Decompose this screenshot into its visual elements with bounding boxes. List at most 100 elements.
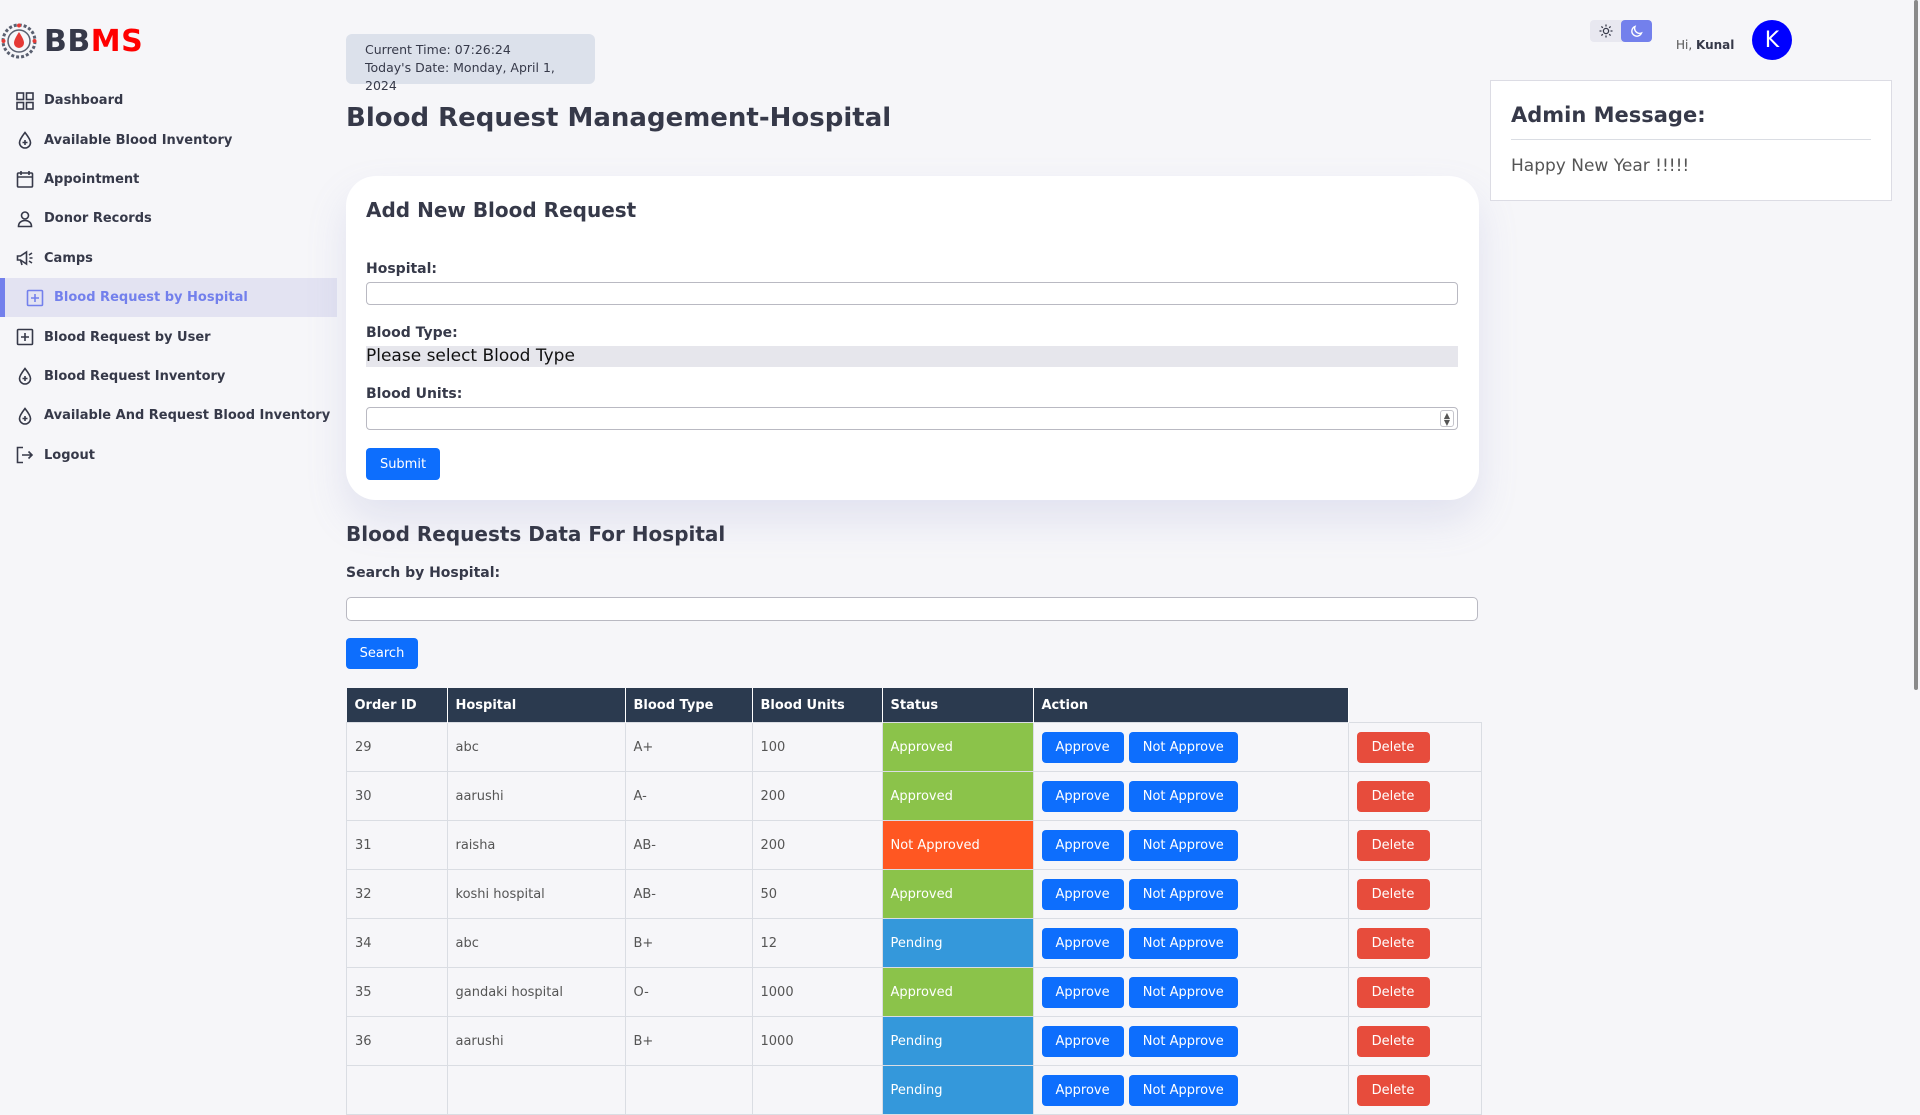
approve-button[interactable]: Approve xyxy=(1041,878,1124,910)
cell-order-id: 31 xyxy=(346,820,448,870)
sidebar-item-available-and-request-blood-inventory[interactable]: Available And Request Blood Inventory xyxy=(0,396,337,435)
approve-button[interactable]: Approve xyxy=(1041,976,1124,1008)
cell-action: Approve Not Approve xyxy=(1032,967,1349,1017)
cell-hospital: abc xyxy=(446,722,626,772)
delete-button[interactable]: Delete xyxy=(1356,1074,1430,1106)
current-time: Current Time: 07:26:24 xyxy=(365,42,511,57)
cell-status: Approved xyxy=(881,722,1034,772)
delete-button[interactable]: Delete xyxy=(1356,878,1430,910)
table-row: 36 aarushi B+ 1000 Pending Approve Not A… xyxy=(346,1016,1482,1066)
sidebar-item-dashboard[interactable]: Dashboard xyxy=(0,81,337,120)
cell-blood-units: 12 xyxy=(751,918,883,968)
not-approve-button[interactable]: Not Approve xyxy=(1128,878,1238,910)
scrollbar[interactable] xyxy=(1911,0,1920,1080)
approve-button[interactable]: Approve xyxy=(1041,780,1124,812)
sidebar-item-donor-records[interactable]: Donor Records xyxy=(0,199,337,238)
cell-delete: Delete xyxy=(1347,722,1482,772)
not-approve-button[interactable]: Not Approve xyxy=(1128,731,1238,763)
sidebar-item-blood-request-inventory[interactable]: Blood Request Inventory xyxy=(0,357,337,396)
sidebar-item-appointment[interactable]: Appointment xyxy=(0,160,337,199)
cell-hospital: gandaki hospital xyxy=(446,967,626,1017)
cell-order-id: 36 xyxy=(346,1016,448,1066)
table-row: 30 aarushi A- 200 Approved Approve Not A… xyxy=(346,771,1482,821)
sidebar-item-available-blood-inventory[interactable]: Available Blood Inventory xyxy=(0,120,337,159)
cell-order-id: 32 xyxy=(346,869,448,919)
scrollbar-thumb[interactable] xyxy=(1914,0,1918,690)
brand-name: BBMS xyxy=(44,24,143,59)
sidebar-nav: Dashboard Available Blood Inventory Appo… xyxy=(0,81,337,475)
cell-delete: Delete xyxy=(1347,918,1482,968)
search-button[interactable]: Search xyxy=(346,638,418,669)
sidebar-item-label: Available Blood Inventory xyxy=(44,132,233,148)
column-header: Order ID xyxy=(346,688,448,723)
hospital-input[interactable] xyxy=(366,282,1458,305)
cell-hospital: aarushi xyxy=(446,1016,626,1066)
approve-button[interactable]: Approve xyxy=(1041,829,1124,861)
cell-action: Approve Not Approve xyxy=(1032,820,1349,870)
cell-action: Approve Not Approve xyxy=(1032,722,1349,772)
sidebar-item-blood-request-by-user[interactable]: Blood Request by User xyxy=(0,317,337,356)
sidebar-item-blood-request-by-hospital[interactable]: Blood Request by Hospital xyxy=(0,277,337,318)
sun-icon[interactable] xyxy=(1590,20,1621,42)
date-time-box: Current Time: 07:26:24 Today's Date: Mon… xyxy=(346,34,595,93)
cell-status: Pending xyxy=(881,918,1034,968)
brand-part-1: BB xyxy=(44,23,91,59)
cell-status: Pending xyxy=(881,1016,1034,1066)
blood-drop-icon xyxy=(14,129,36,151)
delete-button[interactable]: Delete xyxy=(1356,731,1430,763)
sidebar-item-logout[interactable]: Logout xyxy=(0,436,337,475)
submit-button[interactable]: Submit xyxy=(366,448,440,480)
admin-message-text: Happy New Year !!!!! xyxy=(1511,156,1690,176)
cell-order-id xyxy=(346,1065,448,1115)
moon-icon[interactable] xyxy=(1621,20,1652,42)
not-approve-button[interactable]: Not Approve xyxy=(1128,1074,1238,1106)
sidebar-item-label: Donor Records xyxy=(44,211,152,227)
theme-toggle[interactable] xyxy=(1590,20,1652,42)
page-title: Blood Request Management-Hospital xyxy=(346,103,892,133)
approve-button[interactable]: Approve xyxy=(1041,1074,1124,1106)
delete-button[interactable]: Delete xyxy=(1356,780,1430,812)
cell-blood-units: 1000 xyxy=(751,1016,883,1066)
add-request-form: Add New Blood Request Hospital: Blood Ty… xyxy=(346,176,1479,500)
delete-button[interactable]: Delete xyxy=(1356,829,1430,861)
column-header: Hospital xyxy=(447,688,626,723)
cell-order-id: 35 xyxy=(346,967,448,1017)
brand-part-2: MS xyxy=(90,23,144,59)
delete-button[interactable]: Delete xyxy=(1356,927,1430,959)
approve-button[interactable]: Approve xyxy=(1041,1025,1124,1057)
not-approve-button[interactable]: Not Approve xyxy=(1128,927,1238,959)
cell-action: Approve Not Approve xyxy=(1032,1065,1349,1115)
sidebar-item-label: Logout xyxy=(44,447,95,463)
approve-button[interactable]: Approve xyxy=(1041,731,1124,763)
not-approve-button[interactable]: Not Approve xyxy=(1128,976,1238,1008)
not-approve-button[interactable]: Not Approve xyxy=(1128,1025,1238,1057)
sidebar-item-label: Blood Request Inventory xyxy=(44,368,226,384)
not-approve-button[interactable]: Not Approve xyxy=(1128,780,1238,812)
table-row: 34 abc B+ 12 Pending Approve Not Approve… xyxy=(346,918,1482,968)
cell-delete: Delete xyxy=(1347,820,1482,870)
logo[interactable]: BBMS xyxy=(0,20,143,62)
cell-blood-units xyxy=(751,1065,883,1115)
cell-action: Approve Not Approve xyxy=(1032,1016,1349,1066)
delete-button[interactable]: Delete xyxy=(1356,1025,1430,1057)
blood-type-select[interactable]: Please select Blood Type xyxy=(366,346,1458,367)
blood-units-input[interactable]: ▲ ▼ xyxy=(366,407,1458,430)
logo-emblem-icon xyxy=(1,23,37,59)
megaphone-icon xyxy=(14,247,36,269)
not-approve-button[interactable]: Not Approve xyxy=(1128,829,1238,861)
delete-button[interactable]: Delete xyxy=(1356,976,1430,1008)
cell-hospital: abc xyxy=(446,918,626,968)
number-spinner[interactable]: ▲ ▼ xyxy=(1440,410,1454,427)
approve-button[interactable]: Approve xyxy=(1041,927,1124,959)
avatar[interactable]: K xyxy=(1752,20,1792,60)
sidebar-item-camps[interactable]: Camps xyxy=(0,239,337,278)
cell-delete: Delete xyxy=(1347,967,1482,1017)
greeting-prefix: Hi, xyxy=(1676,38,1693,52)
cell-blood-units: 50 xyxy=(751,869,883,919)
cell-action: Approve Not Approve xyxy=(1032,869,1349,919)
cell-blood-type: O- xyxy=(624,967,753,1017)
search-input[interactable] xyxy=(346,597,1478,621)
cell-hospital: aarushi xyxy=(446,771,626,821)
hospital-label: Hospital: xyxy=(366,261,438,277)
cell-blood-type: A- xyxy=(624,771,753,821)
